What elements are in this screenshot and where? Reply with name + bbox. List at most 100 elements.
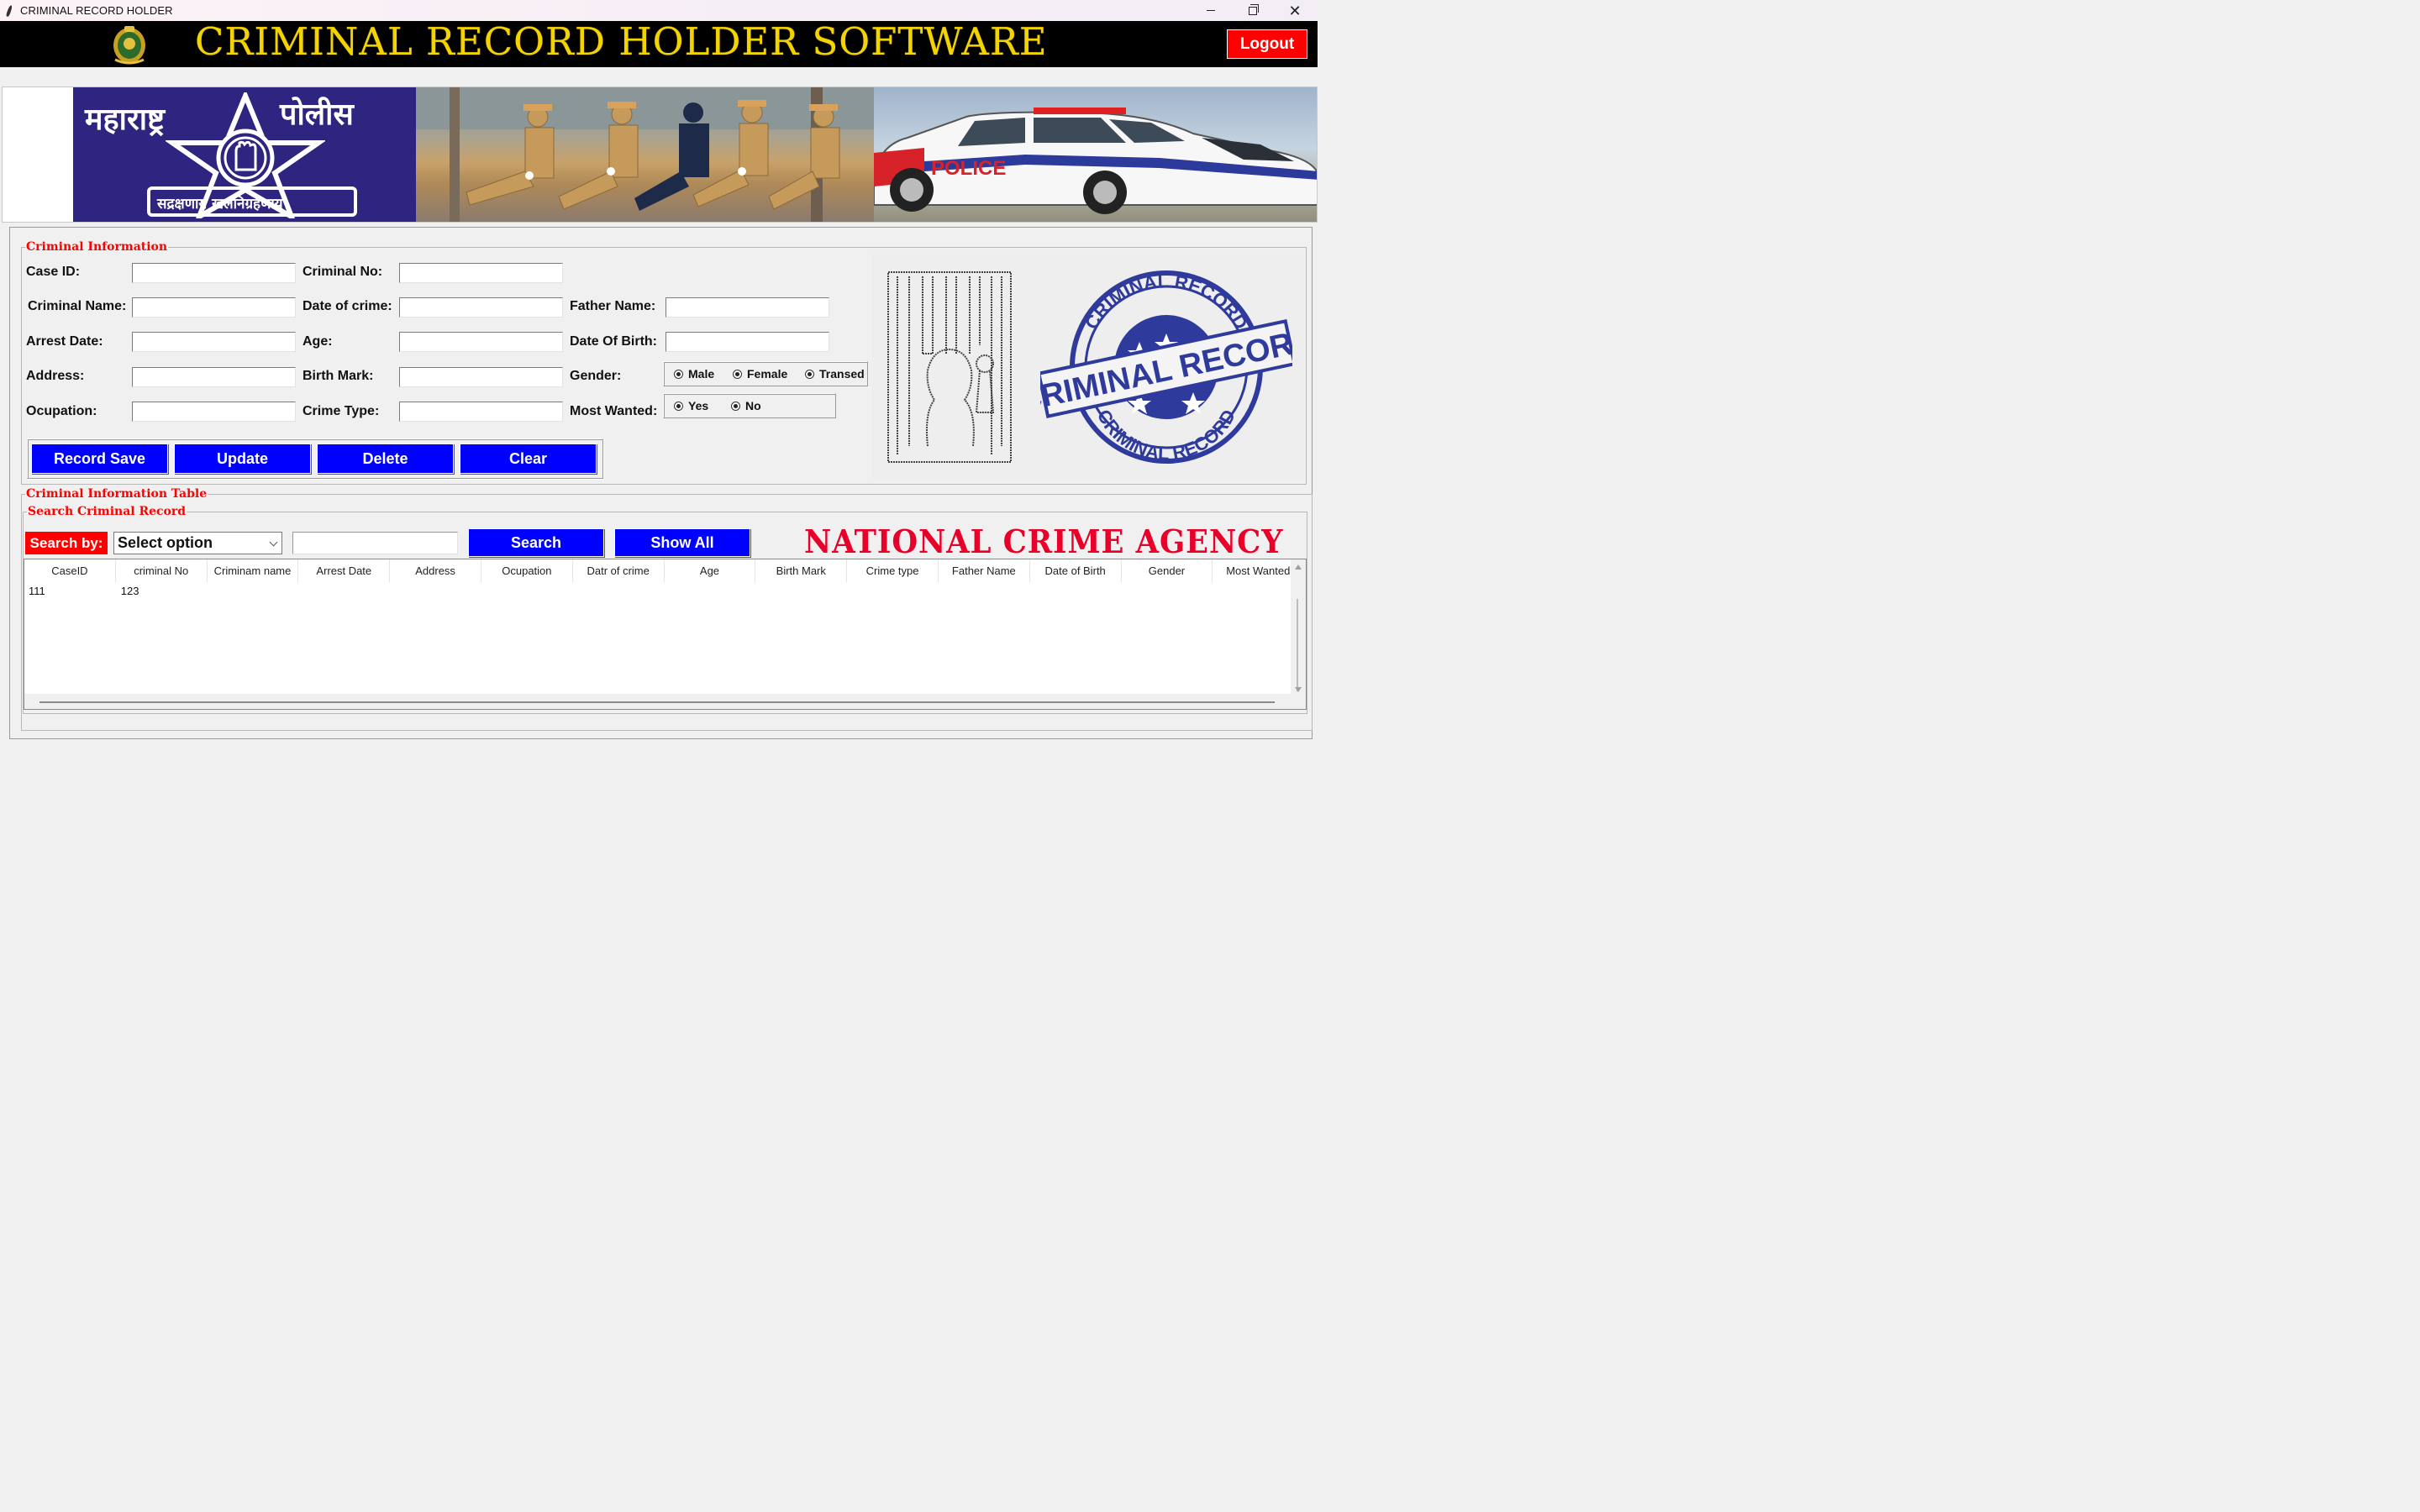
criminal-name-field[interactable] bbox=[132, 297, 296, 318]
action-buttons-frame: Record Save Update Delete Clear bbox=[27, 438, 603, 479]
scroll-thumb[interactable] bbox=[39, 701, 1275, 703]
criminal-record-image: CRIMINAL RECORD CRIMINAL RECORD CRIMINAL… bbox=[872, 255, 1303, 479]
age-field[interactable] bbox=[399, 332, 563, 352]
close-button[interactable]: ✕ bbox=[1275, 0, 1315, 21]
column-header[interactable]: Father Name bbox=[939, 559, 1030, 582]
address-label: Address: bbox=[26, 369, 85, 383]
date-of-birth-field[interactable] bbox=[666, 332, 829, 352]
logo-text-left: महाराष्ट्र bbox=[85, 102, 166, 137]
column-header[interactable]: Gender bbox=[1122, 559, 1213, 582]
logout-button[interactable]: Logout bbox=[1227, 29, 1307, 59]
minimize-button[interactable] bbox=[1191, 0, 1231, 21]
age-label: Age: bbox=[302, 334, 333, 349]
gender-transed-radio[interactable]: Transed bbox=[805, 367, 865, 381]
birth-mark-label: Birth Mark: bbox=[302, 369, 374, 383]
maharashtra-police-logo: महाराष्ट्र पोलीस सद्रक्षणाय खलनिग्रहणाय bbox=[73, 87, 416, 222]
date-of-crime-field[interactable] bbox=[399, 297, 563, 318]
gender-label: Gender: bbox=[570, 369, 622, 383]
column-header[interactable]: CaseID bbox=[24, 559, 116, 582]
banner: महाराष्ट्र पोलीस सद्रक्षणाय खलनिग्रहणाय bbox=[2, 87, 1318, 223]
title-bar: CRIMINAL RECORD HOLDER ✕ bbox=[0, 0, 1318, 21]
most-wanted-radio-group: Yes No bbox=[663, 393, 836, 418]
horizontal-scrollbar[interactable] bbox=[24, 694, 1291, 709]
app-title: CRIMINAL RECORD HOLDER SOFTWARE bbox=[195, 19, 1048, 64]
search-legend: Search Criminal Record bbox=[27, 505, 187, 518]
police-parade-photo bbox=[416, 87, 874, 222]
address-field[interactable] bbox=[132, 367, 296, 387]
feather-icon bbox=[4, 5, 14, 17]
gender-female-radio[interactable]: Female bbox=[733, 367, 787, 381]
table-cell bbox=[481, 583, 573, 600]
column-header[interactable]: Ocupation bbox=[481, 559, 573, 582]
table-cell bbox=[208, 583, 299, 600]
column-header[interactable]: Address bbox=[390, 559, 481, 582]
criminal-table: CaseID criminal No Criminam name Arrest … bbox=[24, 559, 1307, 710]
table-cell bbox=[298, 583, 390, 600]
gender-transed-label: Transed bbox=[819, 367, 865, 381]
search-button[interactable]: Search bbox=[468, 528, 604, 557]
radio-icon bbox=[805, 369, 814, 379]
date-of-birth-label: Date Of Birth: bbox=[570, 334, 657, 349]
vertical-scrollbar[interactable] bbox=[1291, 559, 1306, 709]
gender-male-radio[interactable]: Male bbox=[674, 367, 714, 381]
most-wanted-no-label: No bbox=[745, 399, 761, 412]
date-of-crime-label: Date of crime: bbox=[302, 299, 392, 313]
table-cell: 123 bbox=[120, 585, 139, 597]
agency-title: NATIONAL CRIME AGENCY bbox=[804, 522, 1284, 560]
info-table-legend: Criminal Information Table bbox=[25, 487, 208, 501]
arrest-date-field[interactable] bbox=[132, 332, 296, 352]
case-id-field[interactable] bbox=[132, 263, 296, 283]
column-header[interactable]: Datr of crime bbox=[573, 559, 665, 582]
most-wanted-no-radio[interactable]: No bbox=[731, 399, 761, 412]
arrest-date-label: Arrest Date: bbox=[26, 334, 103, 349]
select-value: Select option bbox=[118, 534, 213, 551]
restore-icon bbox=[1249, 3, 1259, 15]
most-wanted-yes-radio[interactable]: Yes bbox=[674, 399, 708, 412]
search-by-select[interactable]: Select option bbox=[113, 532, 282, 554]
clear-button[interactable]: Clear bbox=[460, 444, 597, 474]
ocupation-label: Ocupation: bbox=[26, 404, 97, 418]
app-window: CRIMINAL RECORD HOLDER ✕ CRIMINAL RECORD… bbox=[0, 0, 1318, 823]
record-save-button[interactable]: Record Save bbox=[31, 444, 168, 474]
father-name-field[interactable] bbox=[666, 297, 829, 318]
most-wanted-label: Most Wanted: bbox=[570, 404, 658, 418]
gender-female-label: Female bbox=[747, 367, 788, 381]
table-header: CaseID criminal No Criminam name Arrest … bbox=[24, 559, 1305, 582]
column-header[interactable]: Crime type bbox=[847, 559, 939, 582]
column-header[interactable]: Arrest Date bbox=[298, 559, 391, 582]
police-car-illustration: POLICE bbox=[874, 108, 1317, 214]
minimize-icon bbox=[1207, 10, 1215, 11]
maximize-button[interactable] bbox=[1233, 0, 1273, 21]
gender-male-label: Male bbox=[688, 367, 715, 381]
logo-motto: सद्रक्षणाय खलनिग्रहणाय bbox=[157, 196, 283, 213]
table-cell bbox=[1030, 583, 1122, 600]
show-all-button[interactable]: Show All bbox=[614, 528, 750, 557]
update-button[interactable]: Update bbox=[174, 444, 311, 474]
police-emblem-icon bbox=[113, 26, 145, 65]
column-header[interactable]: criminal No bbox=[116, 559, 208, 582]
case-id-label: Case ID: bbox=[26, 265, 81, 279]
birth-mark-field[interactable] bbox=[399, 367, 563, 387]
scroll-up-icon[interactable] bbox=[1295, 564, 1302, 570]
table-cell bbox=[755, 583, 847, 600]
ocupation-field[interactable] bbox=[132, 402, 296, 422]
table-cell bbox=[665, 583, 756, 600]
table-cell bbox=[847, 583, 939, 600]
radio-icon bbox=[674, 369, 683, 379]
column-header[interactable]: Date of Birth bbox=[1030, 559, 1122, 582]
column-header[interactable]: Birth Mark bbox=[755, 559, 848, 582]
column-header[interactable]: Age bbox=[665, 559, 756, 582]
delete-button[interactable]: Delete bbox=[317, 444, 454, 474]
scroll-down-icon[interactable] bbox=[1295, 687, 1302, 692]
table-cell: 111 bbox=[29, 585, 45, 597]
criminal-info-legend: Criminal Information bbox=[25, 240, 169, 254]
column-header[interactable]: Criminam name bbox=[208, 559, 299, 582]
scroll-thumb[interactable] bbox=[1297, 599, 1298, 691]
criminal-no-field[interactable] bbox=[399, 263, 563, 283]
search-input[interactable] bbox=[292, 532, 458, 554]
crime-type-field[interactable] bbox=[399, 402, 563, 422]
table-cell bbox=[1122, 583, 1213, 600]
table-row[interactable]: 111 123 bbox=[24, 583, 1292, 600]
radio-icon bbox=[731, 401, 740, 411]
table-cell bbox=[573, 583, 665, 600]
